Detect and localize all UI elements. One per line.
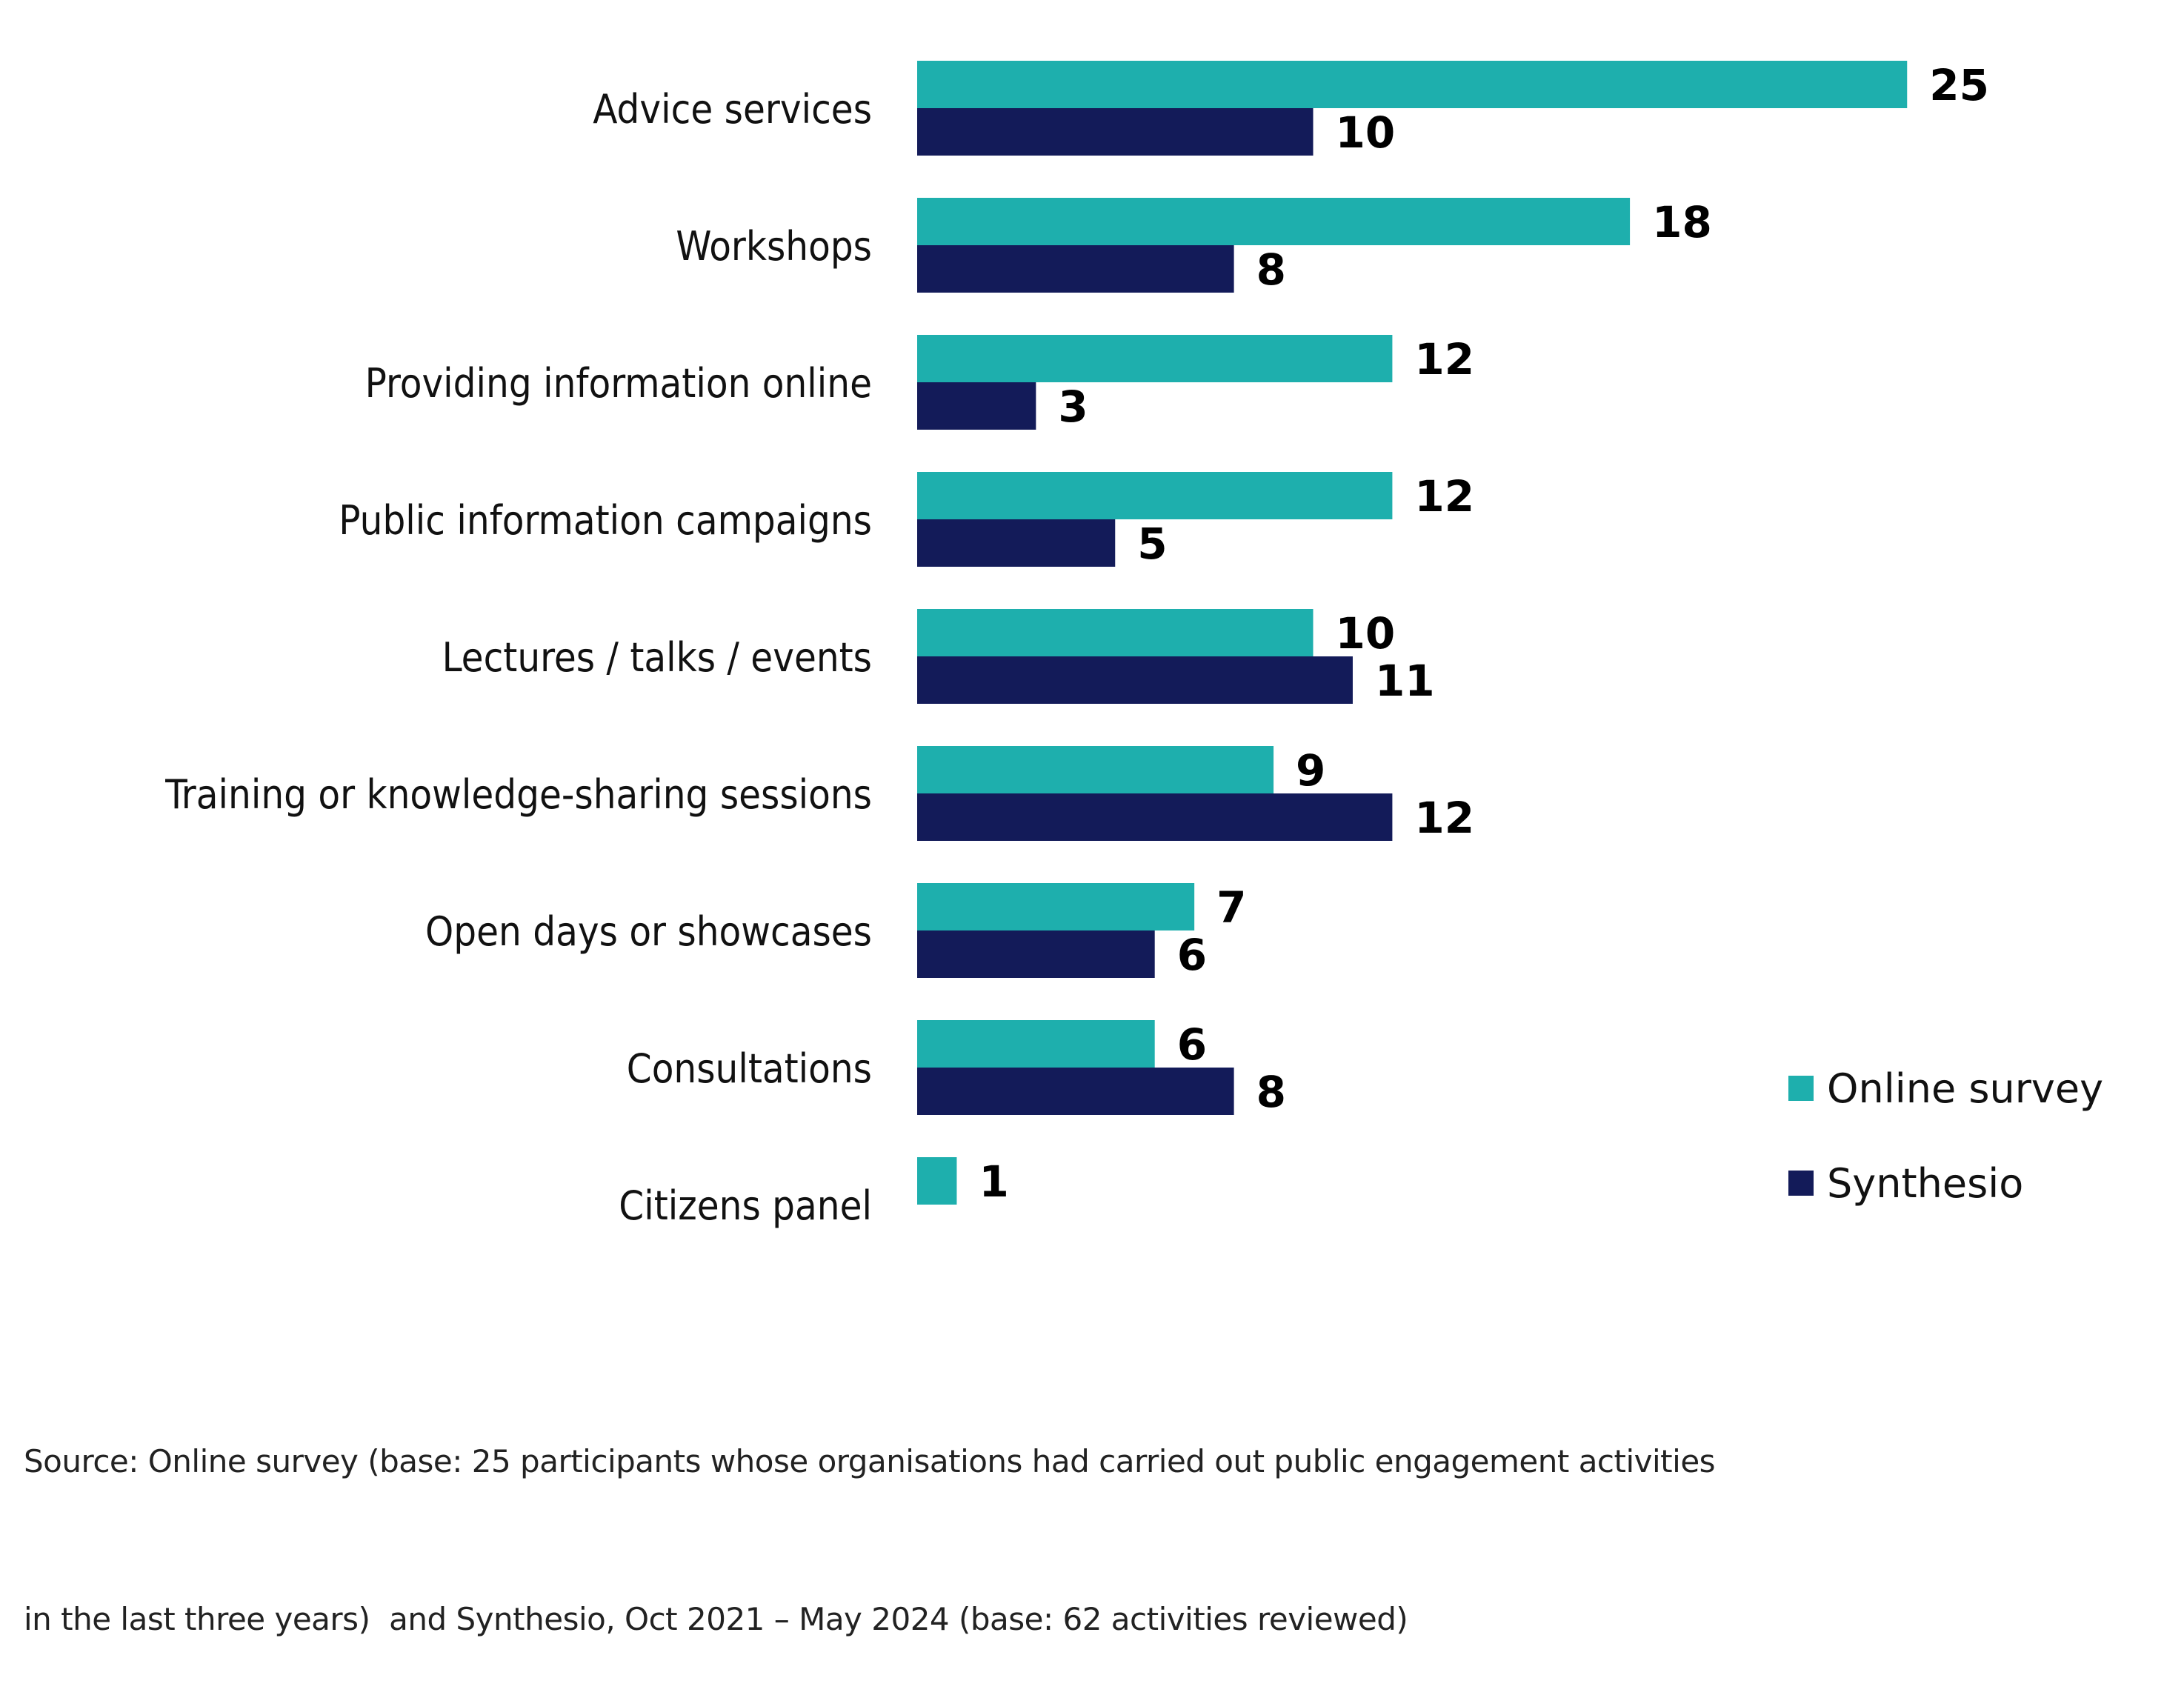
value-label-synthesio-advice-services: 10 bbox=[1336, 107, 1396, 158]
bar-online-survey-workshops bbox=[917, 198, 1631, 245]
legend: Online survey Synthesio bbox=[1788, 1065, 2103, 1207]
bar-online-survey-citizens-panel bbox=[917, 1157, 957, 1205]
source-note: Source: Online survey (base: 25 particip… bbox=[24, 1330, 1716, 1698]
source-note-line-2: in the last three years) and Synthesio, … bbox=[24, 1601, 1408, 1637]
legend-label-online-survey: Online survey bbox=[1827, 1065, 2103, 1112]
category-label-open-days-or-showcases: Open days or showcases bbox=[425, 908, 872, 955]
value-label-synthesio-public-information-campaigns: 5 bbox=[1137, 519, 1167, 569]
value-label-synthesio-providing-information-online: 3 bbox=[1058, 382, 1088, 432]
category-label-advice-services: Advice services bbox=[593, 86, 872, 133]
value-label-synthesio-workshops: 8 bbox=[1256, 244, 1286, 295]
bar-online-survey-consultations bbox=[917, 1020, 1155, 1068]
value-label-online-survey-providing-information-online: 12 bbox=[1414, 334, 1474, 384]
source-note-line-1: Source: Online survey (base: 25 particip… bbox=[24, 1443, 1716, 1479]
bar-online-survey-advice-services bbox=[917, 61, 1908, 108]
bar-synthesio-advice-services bbox=[917, 108, 1314, 156]
value-label-online-survey-lectures-talks-events: 10 bbox=[1336, 608, 1396, 659]
value-label-online-survey-open-days-or-showcases: 7 bbox=[1216, 882, 1246, 933]
value-label-online-survey-training-or-knowledge-sharing-sessions: 9 bbox=[1296, 745, 1325, 796]
legend-label-synthesio: Synthesio bbox=[1827, 1160, 2023, 1207]
bar-synthesio-providing-information-online bbox=[917, 382, 1036, 430]
bar-chart: Advice services Workshops Providing inform… bbox=[164, 60, 2103, 1229]
category-labels: Advice services Workshops Providing inform… bbox=[164, 86, 872, 1229]
bar-synthesio-open-days-or-showcases bbox=[917, 930, 1155, 978]
bar-online-survey-open-days-or-showcases bbox=[917, 883, 1195, 930]
bar-online-survey-public-information-campaigns bbox=[917, 472, 1393, 519]
bar-synthesio-training-or-knowledge-sharing-sessions bbox=[917, 793, 1393, 841]
value-label-synthesio-training-or-knowledge-sharing-sessions: 12 bbox=[1414, 793, 1474, 843]
value-label-synthesio-open-days-or-showcases: 6 bbox=[1177, 930, 1207, 980]
category-label-consultations: Consultations bbox=[627, 1045, 872, 1092]
bar-online-survey-providing-information-online bbox=[917, 335, 1393, 382]
bar-online-survey-training-or-knowledge-sharing-sessions bbox=[917, 746, 1274, 793]
bar-synthesio-workshops bbox=[917, 245, 1234, 293]
category-label-citizens-panel: Citizens panel bbox=[619, 1182, 872, 1229]
category-label-workshops: Workshops bbox=[676, 223, 872, 270]
category-label-public-information-campaigns: Public information campaigns bbox=[339, 497, 872, 544]
value-label-online-survey-citizens-panel: 1 bbox=[979, 1156, 1008, 1207]
legend-swatch-synthesio bbox=[1788, 1171, 1814, 1196]
legend-swatch-online-survey bbox=[1788, 1076, 1814, 1101]
value-label-online-survey-workshops: 18 bbox=[1652, 197, 1712, 247]
bar-synthesio-public-information-campaigns bbox=[917, 519, 1116, 567]
bar-online-survey-lectures-talks-events bbox=[917, 609, 1314, 656]
category-label-lectures-talks-events: Lectures / talks / events bbox=[442, 634, 872, 681]
value-label-synthesio-lectures-talks-events: 11 bbox=[1375, 656, 1435, 706]
bar-synthesio-lectures-talks-events bbox=[917, 656, 1353, 704]
value-label-synthesio-consultations: 8 bbox=[1256, 1067, 1286, 1117]
bars-layer bbox=[917, 61, 1908, 1205]
category-label-training-or-knowledge-sharing-sessions: Training or knowledge-sharing sessions bbox=[164, 771, 872, 818]
value-label-online-survey-consultations: 6 bbox=[1177, 1019, 1207, 1070]
category-label-providing-information-online: Providing information online bbox=[365, 360, 872, 407]
value-label-online-survey-public-information-campaigns: 12 bbox=[1414, 471, 1474, 522]
value-label-online-survey-advice-services: 25 bbox=[1929, 60, 1989, 110]
bar-synthesio-consultations bbox=[917, 1068, 1234, 1115]
